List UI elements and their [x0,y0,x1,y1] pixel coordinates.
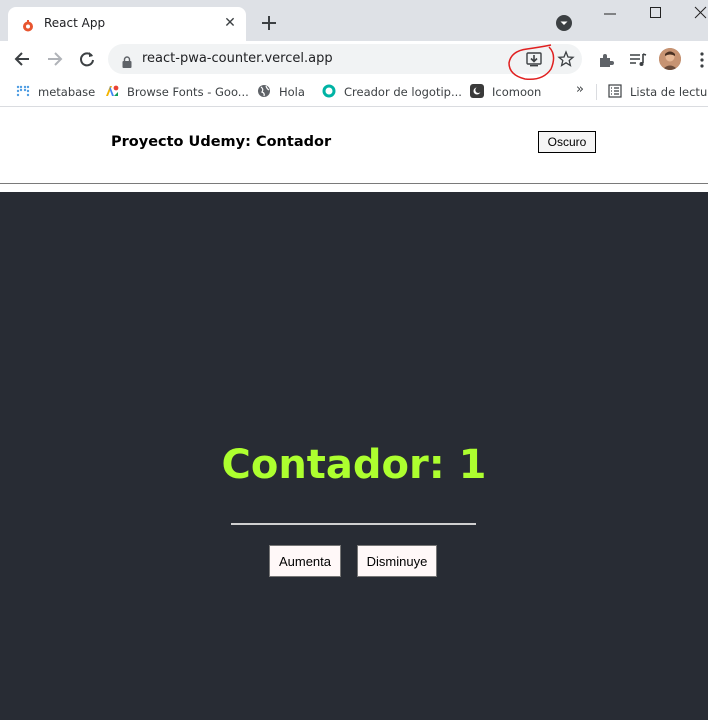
bookmark-star-icon[interactable] [557,50,575,68]
extensions-icon[interactable] [596,50,616,70]
page-content: Proyecto Udemy: Contador Oscuro Contador… [0,107,708,720]
icomoon-icon [470,84,484,98]
reading-list-label: Lista de lectura [630,85,708,99]
bookmarks-bar: metabase Browse Fonts - Goo... Hola Crea… [0,78,708,107]
reading-list-button[interactable]: Lista de lectura [608,84,708,100]
metabase-icon [16,84,30,98]
app-title: Proyecto Udemy: Contador [111,134,332,150]
install-app-icon[interactable] [525,50,543,68]
browser-tab[interactable]: React App ✕ [8,7,246,41]
globe-icon [257,84,271,98]
tab-search-icon[interactable] [556,15,572,31]
divider [231,523,476,525]
react-app-favicon-icon [22,17,34,32]
bookmark-label: Hola [279,85,305,99]
bookmark-creador-logotipos[interactable]: Creador de logotip... [322,84,462,100]
bookmark-label: Creador de logotip... [344,85,462,99]
address-bar[interactable]: react-pwa-counter.vercel.app [108,44,582,74]
counter-heading: Contador: 1 [221,442,487,488]
bookmark-label: Browse Fonts - Goo... [127,85,249,99]
bookmark-label: metabase [38,85,96,99]
minimize-icon[interactable] [590,4,630,24]
bookmark-label: Icomoon [492,85,542,99]
bookmarks-overflow-button[interactable]: » [576,82,584,98]
bookmark-browse-fonts[interactable]: Browse Fonts - Goo... [105,84,249,100]
browser-title-bar: React App ✕ [0,0,708,41]
tab-title: React App [44,16,106,30]
bookmarks-divider [596,84,597,100]
browser-toolbar: react-pwa-counter.vercel.app [0,41,708,78]
bookmark-metabase[interactable]: metabase [16,84,95,100]
bookmark-icomoon[interactable]: Icomoon [470,84,541,100]
tab-close-icon[interactable]: ✕ [222,15,238,31]
counter-section: Contador: 1 Aumenta Disminuye [0,192,708,720]
browser-menu-icon[interactable] [693,50,708,70]
media-control-icon[interactable] [628,50,648,70]
new-tab-icon[interactable] [258,12,280,34]
increase-button[interactable]: Aumenta [269,545,341,577]
dark-mode-button[interactable]: Oscuro [538,131,596,153]
close-window-icon[interactable] [680,4,708,24]
url-text: react-pwa-counter.vercel.app [142,51,333,66]
profile-avatar-icon[interactable] [659,48,681,70]
back-icon[interactable] [12,49,34,69]
decrease-button[interactable]: Disminuye [357,545,437,577]
app-header: Proyecto Udemy: Contador Oscuro [0,107,708,184]
bookmark-hola[interactable]: Hola [257,84,305,100]
maximize-icon[interactable] [636,4,676,24]
logo-maker-icon [322,84,336,98]
forward-icon[interactable] [44,49,66,69]
google-fonts-icon [105,84,119,98]
lock-icon[interactable] [122,53,132,68]
reading-list-icon [608,84,622,98]
reload-icon[interactable] [76,49,98,69]
